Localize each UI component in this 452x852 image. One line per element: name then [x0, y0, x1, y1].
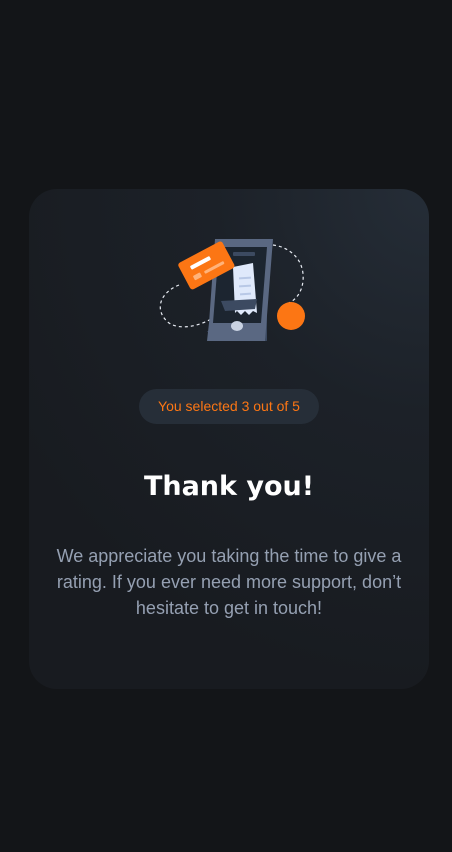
payment-phone-illustration — [149, 233, 311, 345]
thank-you-title: Thank you! — [143, 471, 315, 502]
thank-you-card: You selected 3 out of 5 Thank you! We ap… — [29, 189, 429, 689]
thank-you-message: We appreciate you taking the time to giv… — [56, 546, 402, 618]
selection-badge: You selected 3 out of 5 — [139, 389, 319, 424]
